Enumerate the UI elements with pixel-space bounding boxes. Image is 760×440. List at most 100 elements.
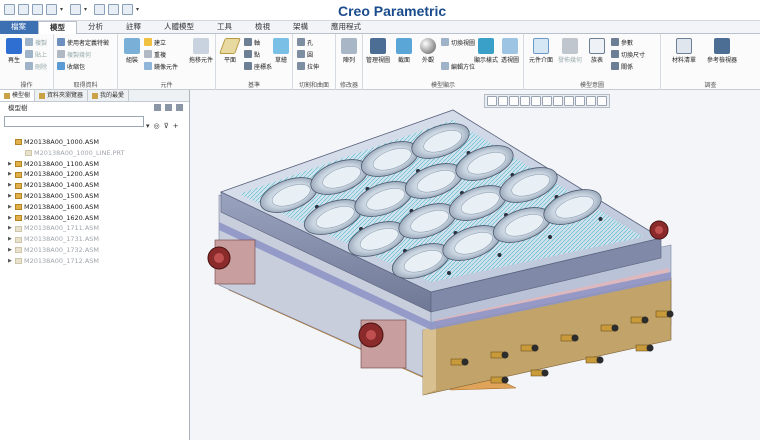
tab-applications[interactable]: 應用程式 — [320, 21, 373, 34]
tab-model[interactable]: 模型 — [38, 21, 77, 34]
tree-item[interactable]: ▶ M20138A00_1100.ASM — [0, 159, 189, 170]
drag-components-button[interactable]: 拖移元件 — [188, 36, 214, 64]
display-style-button[interactable]: 顯示樣式 — [473, 36, 499, 64]
tree-item[interactable]: ▶ M20138A00_1731.ASM — [0, 234, 189, 245]
family-table-icon — [589, 38, 605, 54]
regenerate-icon[interactable] — [94, 4, 105, 15]
search-icon[interactable]: ▾ — [146, 122, 150, 130]
tab-analysis[interactable]: 分析 — [77, 21, 115, 34]
tree-item-label: M20138A00_1000_LINE.PRT — [34, 148, 125, 157]
windows-icon[interactable] — [108, 4, 119, 15]
copy-geometry-button[interactable]: 複製幾何 — [57, 49, 91, 59]
assemble-button[interactable]: 組裝 — [119, 36, 145, 64]
shrinkwrap-button[interactable]: 收縮包 — [57, 61, 85, 71]
expand-arrow-icon[interactable]: ▶ — [8, 159, 13, 170]
sketch-button[interactable]: 草繪 — [268, 36, 294, 64]
perspective-button[interactable]: 透視圖 — [497, 36, 523, 64]
save-icon[interactable] — [32, 4, 43, 15]
redo-icon[interactable] — [70, 4, 81, 15]
redo-dropdown-icon[interactable]: ▾ — [84, 4, 91, 15]
publish-geometry-button[interactable]: 發佈幾何 — [557, 36, 583, 64]
regenerate-button[interactable]: 再生 — [1, 36, 27, 64]
hole-button[interactable]: 孔 — [297, 37, 313, 47]
tab-folder-browser[interactable]: 資料夾瀏覽器 — [35, 90, 89, 101]
appearance-button[interactable]: 外觀 — [415, 36, 441, 64]
mold-assembly-model[interactable] — [191, 90, 760, 440]
switch-view-button[interactable]: 切換視圖 — [441, 37, 475, 47]
tree-columns-icon[interactable] — [154, 104, 161, 111]
reference-viewer-button[interactable]: 參考檢視器 — [705, 36, 739, 64]
tab-tools[interactable]: 工具 — [206, 21, 244, 34]
group-label-component: 元件 — [160, 82, 173, 89]
expand-arrow-icon[interactable]: ▶ — [8, 223, 13, 234]
tree-item[interactable]: ▶ M20138A00_1620.ASM — [0, 213, 189, 224]
tree-item[interactable]: ▶ M20138A00_1600.ASM — [0, 202, 189, 213]
expand-arrow-icon[interactable]: ▶ — [8, 169, 13, 180]
reference-viewer-label: 參考檢視器 — [706, 57, 737, 64]
display-style-label: 顯示樣式 — [473, 57, 498, 64]
group-label-cut-surface: 切割和曲面 — [298, 82, 329, 89]
tab-framework[interactable]: 架構 — [282, 21, 320, 34]
undo-dropdown-icon[interactable]: ▾ — [60, 4, 67, 15]
plane-button[interactable]: 平面 — [217, 36, 243, 64]
graphics-viewport[interactable] — [191, 90, 760, 440]
extrude-button[interactable]: 拉伸 — [297, 61, 319, 71]
paste-button[interactable]: 貼上 — [25, 49, 47, 59]
tree-item[interactable]: ▶ M20138A00_1400.ASM — [0, 180, 189, 191]
tab-file[interactable]: 檔案 — [0, 21, 38, 34]
create-button[interactable]: 建立 — [144, 37, 166, 47]
tree-settings-icon[interactable] — [165, 104, 172, 111]
tree-item[interactable]: M20138A00_1000.ASM — [0, 137, 189, 148]
section-button[interactable]: 截面 — [391, 36, 417, 64]
point-button[interactable]: 點 — [244, 49, 260, 59]
parameters-button[interactable]: 參數 — [611, 37, 633, 47]
group-label-model-display: 模型顯示 — [430, 82, 455, 89]
new-file-icon[interactable] — [4, 4, 15, 15]
switch-dimensions-button[interactable]: 切換尺寸 — [611, 49, 645, 59]
expand-arrow-icon[interactable]: ▶ — [8, 180, 13, 191]
undo-icon[interactable] — [46, 4, 57, 15]
edit-position-button[interactable]: 編輯方位 — [441, 61, 475, 71]
point-label: 點 — [254, 51, 261, 59]
round-button[interactable]: 圓 — [297, 49, 313, 59]
tab-annotate[interactable]: 註釋 — [115, 21, 153, 34]
expand-arrow-icon[interactable]: ▶ — [8, 202, 13, 213]
delete-button[interactable]: 刪除 — [25, 61, 47, 71]
tree-item[interactable]: M20138A00_1000_LINE.PRT — [0, 148, 189, 159]
tree-item[interactable]: ▶ M20138A00_1711.ASM — [0, 223, 189, 234]
expand-arrow-icon[interactable]: ▶ — [8, 256, 13, 267]
manage-views-button[interactable]: 管理視圖 — [365, 36, 391, 64]
open-icon[interactable] — [18, 4, 29, 15]
switch-dimensions-icon — [611, 50, 619, 58]
tab-model-tree[interactable]: 模型樹 — [0, 90, 36, 101]
expand-arrow-icon[interactable]: ▶ — [8, 213, 13, 224]
expand-arrow-icon[interactable]: ▶ — [8, 191, 13, 202]
tree-item[interactable]: ▶ M20138A00_1712.ASM — [0, 256, 189, 267]
tree-item[interactable]: ▶ M20138A00_1732.ASM — [0, 245, 189, 256]
tab-manikin[interactable]: 人體模型 — [153, 21, 206, 34]
tab-favorites[interactable]: 我的最愛 — [88, 90, 130, 101]
tree-item[interactable]: ▶ M20138A00_1500.ASM — [0, 191, 189, 202]
mirror-component-button[interactable]: 鏡像元件 — [144, 61, 178, 71]
binoculars-icon[interactable]: ◎ — [154, 122, 160, 130]
tab-view[interactable]: 檢視 — [244, 21, 282, 34]
tree-item[interactable]: ▶ M20138A00_1200.ASM — [0, 169, 189, 180]
bom-button[interactable]: 材料清單 — [669, 36, 699, 64]
pattern-button[interactable]: 陣列 — [336, 36, 362, 64]
expand-arrow-icon[interactable]: ▶ — [8, 245, 13, 256]
component-interface-button[interactable]: 元件介面 — [528, 36, 554, 64]
expand-arrow-icon[interactable]: ▶ — [8, 234, 13, 245]
group-model-intent: 元件介面 發佈幾何 族表 參數 切換尺寸 關係 模型意圖 — [524, 34, 661, 90]
repeat-button[interactable]: 重複 — [144, 49, 166, 59]
tree-filter-icon[interactable] — [176, 104, 183, 111]
customize-qat-icon[interactable]: ▾ — [136, 4, 143, 15]
axis-button[interactable]: 軸 — [244, 37, 260, 47]
relations-button[interactable]: 關係 — [611, 61, 633, 71]
udf-button[interactable]: 使用者定義特徵 — [57, 37, 109, 47]
family-table-button[interactable]: 族表 — [584, 36, 610, 64]
copy-button[interactable]: 複製 — [25, 37, 47, 47]
add-column-icon[interactable]: + — [173, 122, 179, 130]
tree-search-input[interactable] — [4, 116, 144, 127]
close-window-icon[interactable] — [122, 4, 133, 15]
filter-icon[interactable]: ⊽ — [164, 122, 169, 130]
